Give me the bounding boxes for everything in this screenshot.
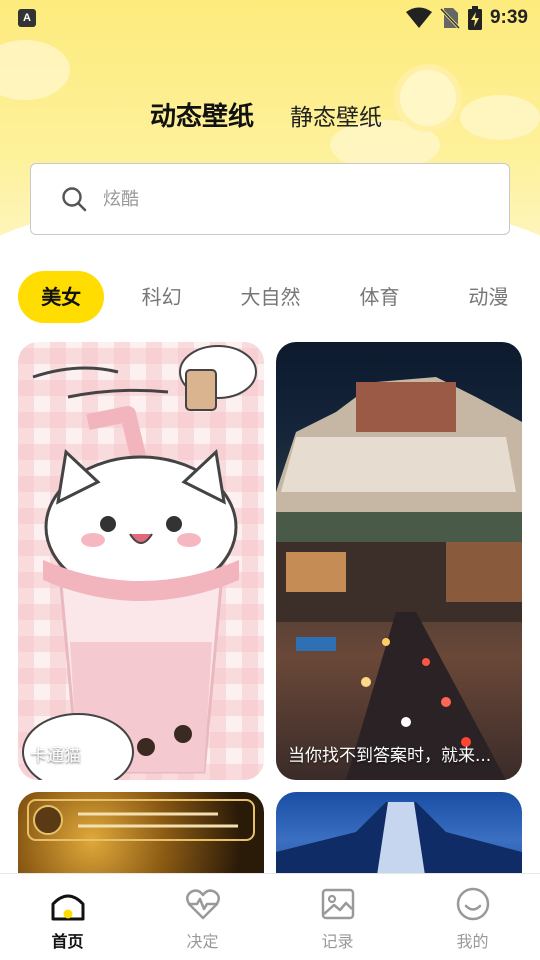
wallpaper-card-title: 卡通猫 [30,746,81,766]
status-time: 9:39 [489,7,528,28]
night-city-illustration [276,377,522,780]
status-indicators: 9:39 [405,4,528,32]
wallpaper-card[interactable]: 当你找不到答案时，就来... [276,342,522,780]
search-icon [62,187,87,212]
nav-profile[interactable]: 我的 [405,874,540,960]
no-sim-icon [439,7,460,29]
nav-profile-label: 我的 [456,932,489,951]
smiley-icon [456,887,489,921]
category-tab-sports[interactable]: 体育 [322,271,437,323]
heart-pulse-icon [185,889,220,920]
app-notification-icon: A [18,9,36,27]
image-icon [321,888,354,920]
category-tab-anime[interactable]: 动漫 [437,271,540,323]
wallpaper-type-tabs: 动态壁纸 静态壁纸 [150,96,382,133]
nav-records[interactable]: 记录 [270,874,405,960]
search-bar[interactable] [30,163,510,235]
nav-decide[interactable]: 决定 [135,874,270,960]
sun-icon [400,70,456,126]
category-tab-beauty[interactable]: 美女 [18,271,105,323]
nav-decide-label: 决定 [186,932,219,951]
home-icon [51,894,84,921]
tab-dynamic-wallpaper[interactable]: 动态壁纸 [150,96,254,133]
bottom-navigation: 首页 决定 记录 我的 [0,873,540,960]
wifi-icon [405,7,432,28]
search-input[interactable] [103,188,483,210]
nav-home[interactable]: 首页 [0,874,135,960]
tab-static-wallpaper[interactable]: 静态壁纸 [290,98,382,132]
nav-home-label: 首页 [51,932,84,951]
nav-records-label: 记录 [321,932,354,951]
wallpaper-card[interactable]: 卡通猫 [18,342,264,780]
cartoon-cat-illustration [22,345,257,780]
battery-charging-icon [467,6,482,30]
category-tab-nature[interactable]: 大自然 [219,271,322,323]
wallpaper-card-title: 当你找不到答案时，就来... [288,746,492,766]
category-tabs: 美女 科幻 大自然 体育 动漫 [18,271,540,323]
cloud-decoration [460,95,540,140]
status-bar: A 9:39 [0,0,540,36]
category-tab-scifi[interactable]: 科幻 [104,271,219,323]
cloud-decoration [0,40,70,100]
